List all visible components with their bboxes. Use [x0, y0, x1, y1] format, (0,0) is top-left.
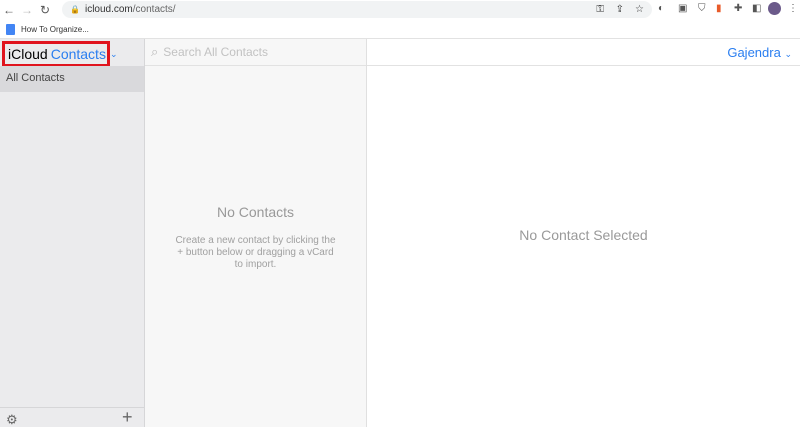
gear-icon[interactable]: ⚙	[6, 412, 18, 428]
search-input[interactable]: ⌕ Search All Contacts	[145, 39, 366, 66]
no-selection-text: No Contact Selected	[519, 227, 648, 243]
detail-header: Gajendra ⌄	[367, 39, 800, 66]
sidebar-footer: ⚙ +	[0, 407, 144, 427]
chevron-down-icon: ⌄	[784, 49, 792, 59]
menu-icon[interactable]: ⋮	[788, 3, 798, 14]
search-placeholder: Search All Contacts	[163, 45, 268, 59]
star-icon[interactable]: ☆	[635, 4, 644, 15]
extension-m-icon[interactable]: ▣	[678, 3, 687, 14]
lock-icon: 🔒	[70, 5, 80, 14]
search-icon: ⌕	[151, 44, 159, 59]
empty-title: No Contacts	[216, 204, 295, 220]
address-bar[interactable]: 🔒 icloud.com/contacts/ ⚿ ⇪ ☆	[62, 1, 652, 18]
contact-detail: Gajendra ⌄ No Contact Selected	[367, 39, 800, 427]
empty-hint: Create a new contact by clicking the + b…	[175, 235, 336, 270]
title-app: Contacts	[50, 46, 106, 62]
extension-icon[interactable]: ◐	[658, 3, 664, 14]
bookmark-item[interactable]: How To Organize...	[21, 25, 89, 34]
title-prefix: iCloud	[8, 46, 48, 62]
contact-list: ⌕ Search All Contacts No Contacts Create…	[145, 39, 367, 427]
avatar[interactable]	[768, 2, 781, 15]
sidepanel-icon[interactable]: ◧	[752, 3, 761, 14]
forward-icon[interactable]: →	[18, 3, 36, 17]
app-switcher[interactable]: iCloud Contacts ⌄	[2, 41, 118, 67]
doc-icon	[6, 23, 15, 35]
chevron-down-icon: ⌄	[109, 48, 118, 59]
browser-toolbar: ← → ↻ 🔒 icloud.com/contacts/ ⚿ ⇪ ☆ ◐ ▣ ⛉…	[0, 0, 800, 20]
url-host: icloud.com	[84, 4, 133, 15]
back-icon[interactable]: ←	[0, 3, 18, 17]
extension-red-icon[interactable]: ▮	[716, 3, 722, 14]
key-icon[interactable]: ⚿	[596, 4, 604, 15]
puzzle-icon[interactable]: ✚	[734, 3, 742, 14]
user-menu[interactable]: Gajendra	[727, 45, 780, 60]
share-icon[interactable]: ⇪	[616, 4, 624, 15]
sidebar-item-all-contacts[interactable]: All Contacts	[0, 66, 144, 92]
reload-icon[interactable]: ↻	[36, 3, 54, 17]
add-contact-button[interactable]: +	[122, 407, 133, 428]
sidebar: iCloud Contacts ⌄ All Contacts ⚙ +	[0, 39, 145, 427]
bookmarks-bar: How To Organize...	[0, 20, 800, 39]
shield-icon[interactable]: ⛉	[698, 3, 706, 14]
url-path: /contacts/	[132, 4, 176, 15]
